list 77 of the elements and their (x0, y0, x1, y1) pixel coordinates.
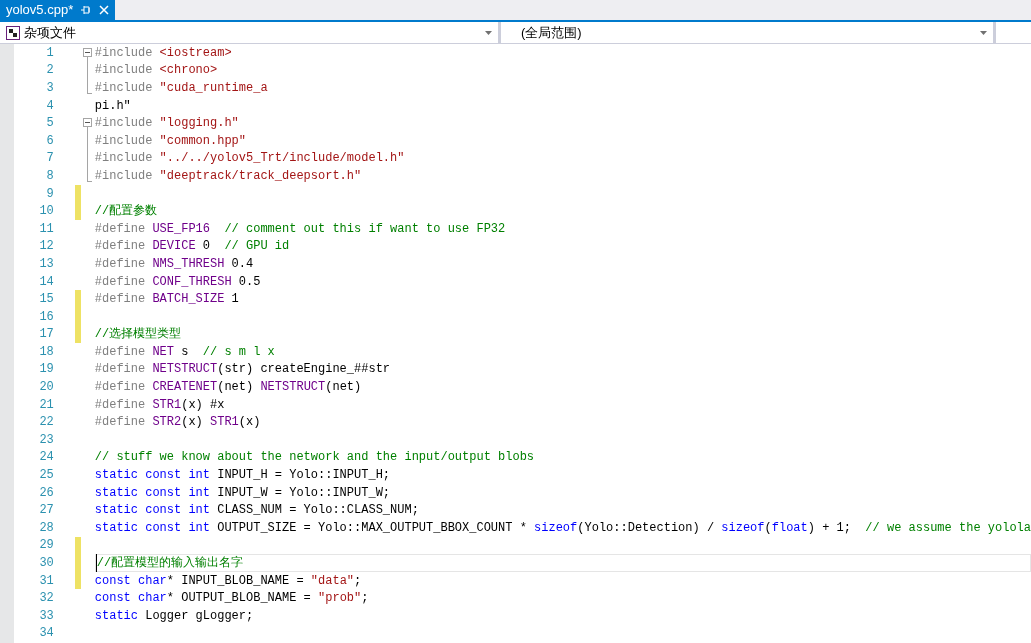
line-number: 14 (38, 273, 54, 291)
line-number: 2 (45, 62, 54, 80)
code-line: #include "../../yolov5_Trt/include/model.h" (94, 150, 405, 168)
pin-icon[interactable] (81, 5, 92, 15)
line-number: 21 (38, 396, 54, 414)
scope-label: 杂项文件 (24, 23, 77, 42)
line-number: 6 (45, 132, 54, 150)
members-label: (全局范围) (521, 23, 583, 42)
code-line: static Logger gLogger; (94, 607, 254, 625)
code-line: static const int OUTPUT_SIZE = Yolo::MAX_OUTPUT_BBOX_COUNT * sizeof(Yolo::Detection) / sizeof(float) + 1; // we assume the yolola (94, 519, 1031, 537)
line-number: 22 (38, 414, 54, 432)
line-number: 32 (38, 590, 54, 608)
code-line: #define BATCH_SIZE 1 (94, 291, 239, 309)
code-line: #include <chrono> (94, 62, 218, 80)
line-number: 4 (45, 97, 54, 115)
code-line: static const int INPUT_H = Yolo::INPUT_H; (94, 467, 391, 485)
close-icon[interactable] (99, 5, 110, 15)
line-number: 23 (38, 431, 54, 449)
line-number: 19 (38, 361, 54, 379)
file-tab[interactable]: yolov5.cpp* (0, 0, 116, 20)
line-number: 11 (38, 220, 54, 238)
line-number: 30 (38, 555, 54, 572)
code-line: const char* INPUT_BLOB_NAME = "data"; (94, 572, 362, 590)
line-number: 7 (45, 150, 54, 168)
code-line: #define NETSTRUCT(str) createEngine_##str (94, 361, 391, 379)
code-line: #define USE_FP16 // comment out this if want to use FP32 (94, 220, 506, 238)
line-number: 24 (38, 449, 54, 467)
code-line: pi.h" (94, 97, 131, 115)
line-number: 17 (38, 326, 54, 344)
caret-icon (485, 30, 492, 35)
code-line: #include "logging.h" (94, 115, 239, 133)
line-number: 31 (38, 572, 54, 590)
line-number: 27 (38, 502, 54, 520)
line-number: 10 (38, 203, 54, 221)
line-number: 5 (45, 115, 54, 133)
code-line: //配置模型的输入输出名字 (95, 554, 244, 572)
scope-dropdown[interactable]: 杂项文件 (0, 22, 498, 43)
line-number: 34 (38, 625, 54, 643)
code-line: static const int CLASS_NUM = Yolo::CLASS_NUM; (94, 502, 419, 520)
members-dropdown[interactable]: (全局范围) (501, 22, 993, 43)
line-number: 18 (38, 343, 54, 361)
tab-title: yolov5.cpp* (6, 1, 74, 20)
line-number: 26 (38, 484, 54, 502)
code-line: #define STR1(x) #x (94, 396, 225, 414)
code-line: #define DEVICE 0 // GPU id (94, 238, 290, 256)
code-line: #include "deeptrack/track_deepsort.h" (94, 167, 362, 185)
collapse-icon[interactable] (82, 118, 92, 128)
line-number: 29 (38, 537, 54, 555)
line-number: 20 (38, 379, 54, 397)
code-line: #define STR2(x) STR1(x) (94, 414, 261, 432)
code-line: static const int INPUT_W = Yolo::INPUT_W; (94, 484, 391, 502)
line-number: 8 (45, 167, 54, 185)
line-number: 25 (38, 467, 54, 485)
line-number: 15 (38, 291, 54, 309)
code-line: #include "common.hpp" (94, 132, 246, 150)
file-icon (6, 25, 20, 40)
code-line: // stuff we know about the network and the input/output blobs (94, 449, 535, 467)
line-number: 33 (38, 607, 54, 625)
line-number: 16 (38, 308, 54, 326)
code-line: //选择模型类型 (94, 326, 182, 344)
code-line: #define CONF_THRESH 0.5 (94, 273, 261, 291)
caret-icon (980, 30, 987, 35)
line-number: 13 (38, 255, 54, 273)
code-line: #define CREATENET(net) NETSTRUCT(net) (94, 379, 362, 397)
code-line: #include "cuda_runtime_a (94, 80, 268, 97)
code-line: #include <iostream> (94, 44, 232, 62)
line-number: 1 (45, 44, 54, 62)
code-line: //配置参数 (94, 203, 158, 221)
line-number: 3 (45, 80, 54, 97)
line-number: 9 (45, 185, 54, 203)
navigation-field[interactable] (996, 22, 1031, 43)
code-line: const char* OUTPUT_BLOB_NAME = "prob"; (94, 590, 369, 608)
code-line: #define NMS_THRESH 0.4 (94, 255, 254, 273)
collapse-icon[interactable] (82, 48, 92, 57)
code-line: #define NET s // s m l x (94, 343, 275, 361)
line-number: 12 (38, 238, 54, 256)
line-number: 28 (38, 519, 54, 537)
